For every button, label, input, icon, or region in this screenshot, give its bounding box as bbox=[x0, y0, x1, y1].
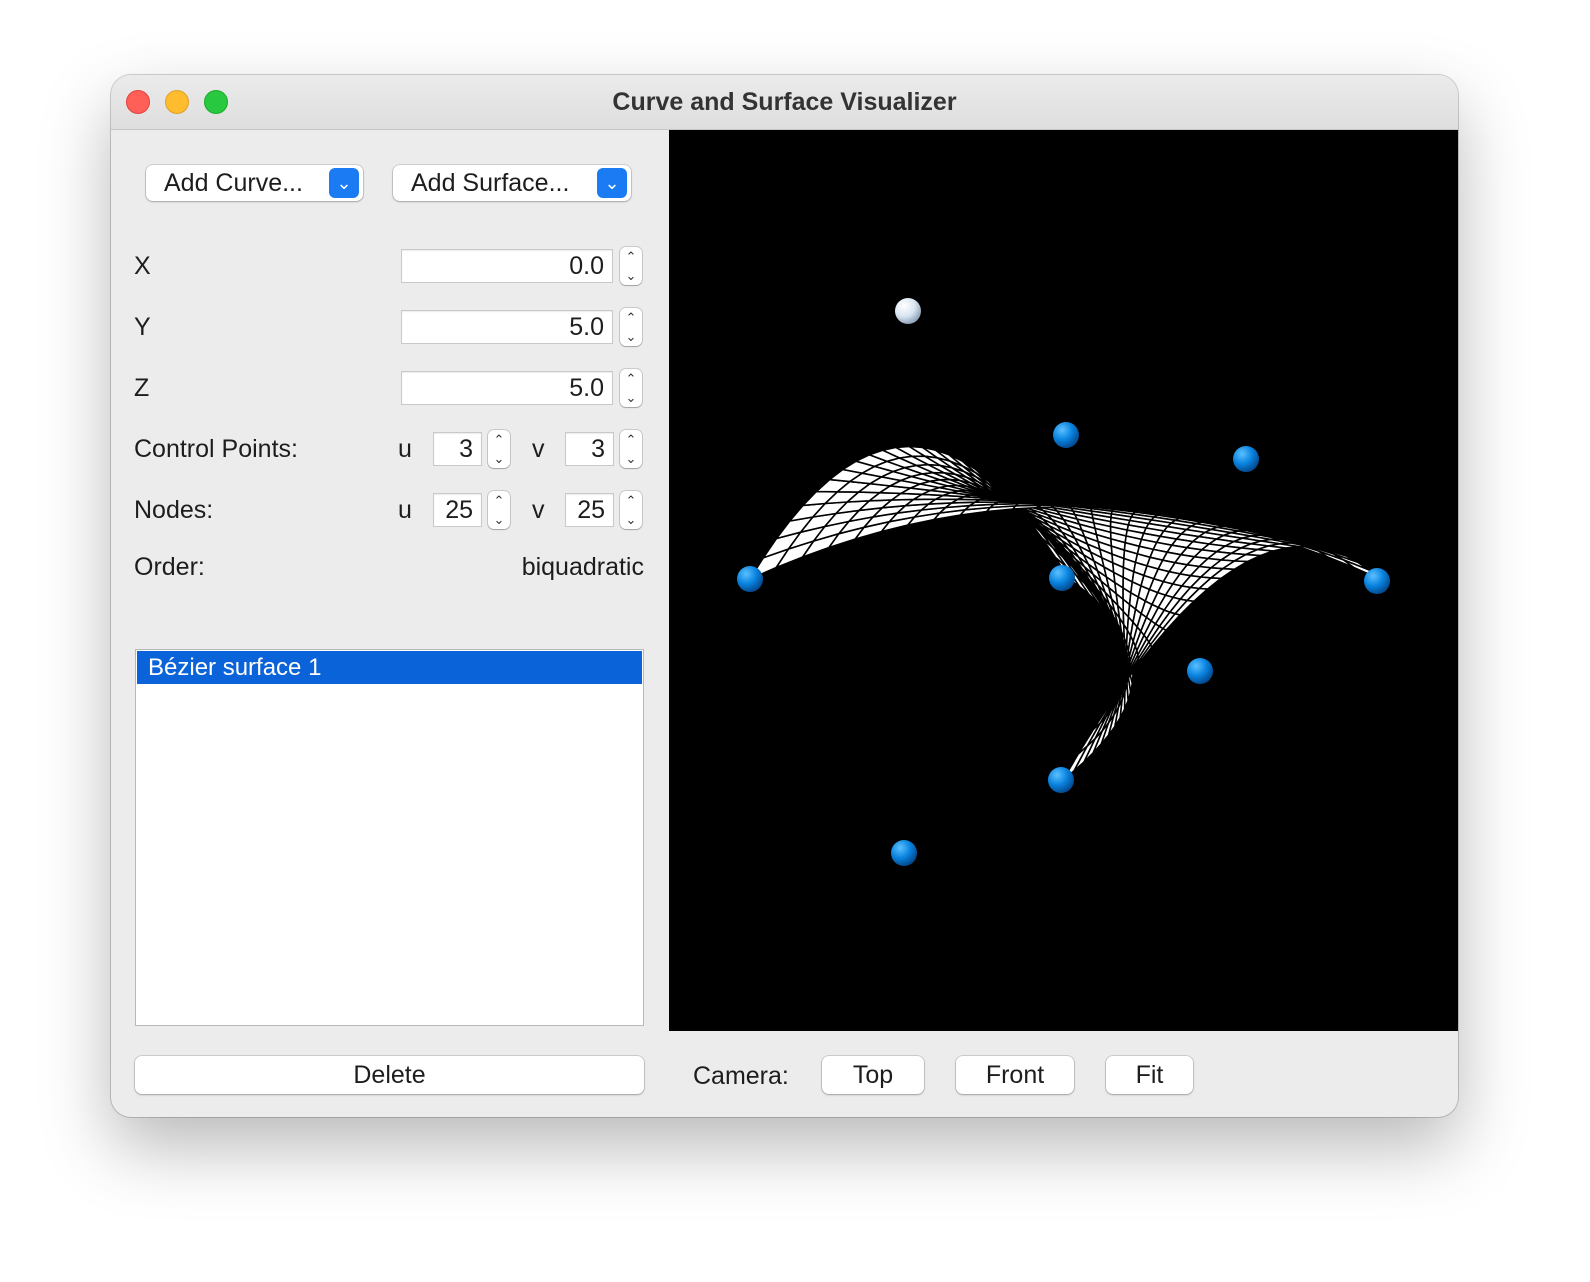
order-value: biquadratic bbox=[521, 553, 644, 581]
control-point[interactable] bbox=[1364, 568, 1390, 594]
list-item[interactable]: Bézier surface 1 bbox=[137, 651, 642, 684]
nodes-u-field[interactable]: 25 bbox=[433, 493, 482, 527]
control-points-u-field[interactable]: 3 bbox=[433, 432, 482, 466]
add-curve-dropdown[interactable]: Add Curve... ⌄ bbox=[146, 165, 363, 201]
add-curve-label: Add Curve... bbox=[164, 169, 303, 197]
add-surface-dropdown[interactable]: Add Surface... ⌄ bbox=[393, 165, 631, 201]
app-window: Curve and Surface Visualizer Add Curve..… bbox=[111, 75, 1458, 1117]
order-label: Order: bbox=[134, 553, 205, 581]
control-point[interactable] bbox=[1049, 565, 1075, 591]
title-bar: Curve and Surface Visualizer bbox=[111, 75, 1458, 130]
control-point[interactable] bbox=[891, 840, 917, 866]
nodes-v-field[interactable]: 25 bbox=[565, 493, 614, 527]
nodes-v-label: v bbox=[532, 496, 545, 524]
control-point[interactable] bbox=[1187, 658, 1213, 684]
add-surface-label: Add Surface... bbox=[411, 169, 570, 197]
nodes-u-stepper-icon[interactable]: ⌃ ⌄ bbox=[488, 491, 510, 529]
z-stepper-icon[interactable]: ⌃ ⌄ bbox=[620, 369, 642, 407]
x-field[interactable]: 0.0 bbox=[401, 249, 613, 283]
camera-front-button[interactable]: Front bbox=[956, 1056, 1074, 1094]
surface-scene bbox=[737, 298, 1390, 866]
x-stepper-icon[interactable]: ⌃ ⌄ bbox=[620, 247, 642, 285]
control-points-v-label: v bbox=[532, 435, 545, 463]
z-label: Z bbox=[134, 374, 150, 402]
control-points-label: Control Points: bbox=[134, 435, 298, 463]
control-points-v-field[interactable]: 3 bbox=[565, 432, 614, 466]
nodes-u-label: u bbox=[398, 496, 412, 524]
nodes-v-stepper-icon[interactable]: ⌃ ⌄ bbox=[620, 491, 642, 529]
x-label: X bbox=[134, 252, 151, 280]
control-point[interactable] bbox=[1048, 767, 1074, 793]
y-stepper-icon[interactable]: ⌃ ⌄ bbox=[620, 308, 642, 346]
camera-label: Camera: bbox=[693, 1062, 789, 1090]
control-point[interactable] bbox=[737, 566, 763, 592]
object-list[interactable]: Bézier surface 1 bbox=[135, 649, 644, 1026]
camera-top-button[interactable]: Top bbox=[822, 1056, 924, 1094]
y-label: Y bbox=[134, 313, 151, 341]
control-point[interactable] bbox=[1233, 446, 1259, 472]
control-points-u-stepper-icon[interactable]: ⌃ ⌄ bbox=[488, 430, 510, 468]
control-point-selected[interactable] bbox=[895, 298, 921, 324]
z-field[interactable]: 5.0 bbox=[401, 371, 613, 405]
chevron-down-icon: ⌄ bbox=[329, 168, 359, 198]
camera-fit-button[interactable]: Fit bbox=[1106, 1056, 1193, 1094]
chevron-down-icon: ⌄ bbox=[597, 168, 627, 198]
control-point[interactable] bbox=[1053, 422, 1079, 448]
surface-mesh[interactable] bbox=[747, 445, 1381, 781]
nodes-label: Nodes: bbox=[134, 496, 214, 524]
y-field[interactable]: 5.0 bbox=[401, 310, 613, 344]
3d-viewport[interactable] bbox=[669, 130, 1458, 1031]
control-points-v-stepper-icon[interactable]: ⌃ ⌄ bbox=[620, 430, 642, 468]
control-points-u-label: u bbox=[398, 435, 412, 463]
delete-button[interactable]: Delete bbox=[135, 1056, 644, 1094]
window-title: Curve and Surface Visualizer bbox=[612, 88, 957, 116]
